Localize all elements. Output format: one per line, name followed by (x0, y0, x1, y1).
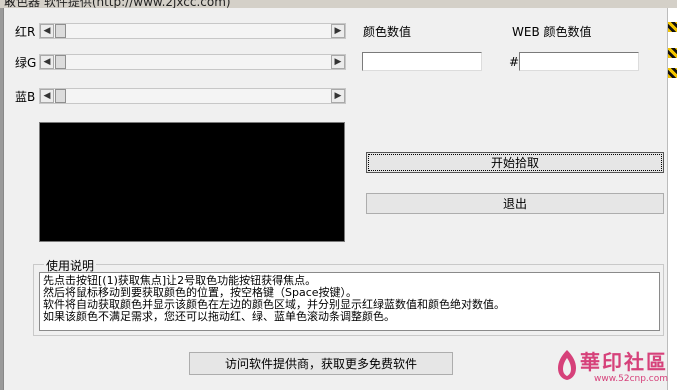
color-value-label: 颜色数值 (363, 25, 412, 39)
scroll-right-icon[interactable]: ▶ (331, 89, 345, 103)
red-label: 红R (15, 25, 36, 39)
blue-scrollbar[interactable]: ◀ ▶ (39, 88, 346, 104)
instructions-text[interactable]: 先点击按钮[(1)获取焦点]让2号取色功能按钮获得焦点。 然后将鼠标移动到要获取… (39, 272, 660, 331)
web-color-value-field[interactable] (519, 52, 639, 71)
scroll-left-icon[interactable]: ◀ (40, 55, 54, 69)
web-color-hash: # (509, 55, 520, 69)
scroll-left-icon[interactable]: ◀ (40, 24, 54, 38)
web-color-value-label: WEB 颜色数值 (512, 25, 592, 39)
scroll-right-icon[interactable]: ▶ (331, 55, 345, 69)
watermark: 華印社區 www.52cnp.com (554, 346, 669, 390)
visit-vendor-button[interactable]: 访问软件提供商，获取更多免费软件 (189, 352, 453, 375)
hazard-stripe-icon (668, 48, 677, 58)
close-icon[interactable]: × (4, 0, 669, 7)
watermark-logo-icon (558, 350, 576, 380)
hazard-stripe-icon (668, 68, 677, 78)
hazard-stripe-icon (668, 22, 677, 32)
color-value-field[interactable] (362, 52, 482, 71)
instructions-group: 使用说明 先点击按钮[(1)获取焦点]让2号取色功能按钮获得焦点。 然后将鼠标移… (33, 257, 664, 336)
green-label: 绿G (15, 56, 37, 70)
red-scrollbar[interactable]: ◀ ▶ (39, 23, 346, 39)
blue-label: 蓝B (15, 90, 36, 104)
watermark-text: 華印社區 (580, 350, 668, 374)
green-scroll-thumb[interactable] (55, 55, 66, 69)
color-preview-area (39, 122, 345, 242)
watermark-url: www.52cnp.com (594, 374, 669, 384)
background-right-panel (667, 8, 677, 390)
red-scroll-thumb[interactable] (55, 24, 66, 38)
scroll-left-icon[interactable]: ◀ (40, 89, 54, 103)
scroll-right-icon[interactable]: ▶ (331, 24, 345, 38)
background-window-titlebar: 取色器 软件提供(http://www.2jxcc.com) × (0, 0, 677, 8)
start-pick-button[interactable]: 开始拾取 (366, 152, 664, 173)
green-scrollbar[interactable]: ◀ ▶ (39, 54, 346, 70)
blue-scroll-thumb[interactable] (55, 89, 66, 103)
exit-button[interactable]: 退出 (366, 193, 664, 214)
instruction-line: 如果该颜色不满足需求，您还可以拖动红、绿、蓝单色滚动条调整颜色。 (43, 310, 395, 323)
color-picker-dialog: 红R ◀ ▶ 绿G ◀ ▶ 蓝B ◀ ▶ 颜色数值 WEB 颜色数值 # 开始拾… (3, 8, 667, 390)
